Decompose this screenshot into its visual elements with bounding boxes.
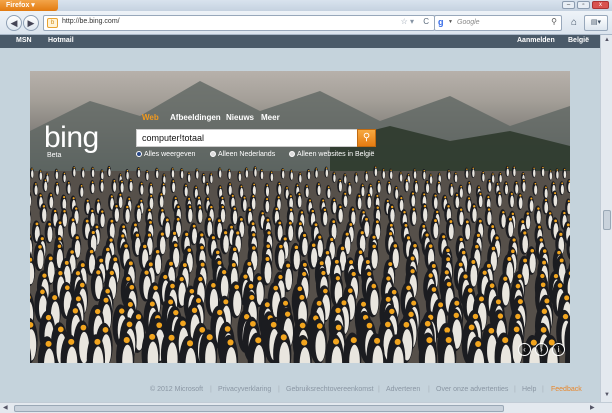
navigation-toolbar: ◀ ▶ b http://be.bing.com/ ☆ ▾ C g ▼ Goog… xyxy=(0,11,612,35)
search-button[interactable]: ⚲ xyxy=(357,129,376,147)
scroll-up-icon[interactable]: ▲ xyxy=(604,37,610,43)
radio-icon xyxy=(289,151,295,158)
bing-logo[interactable]: bing xyxy=(44,121,99,155)
bookmark-star-icon[interactable]: ☆ ▾ xyxy=(401,17,414,26)
tab-more[interactable]: Meer xyxy=(261,113,280,122)
url-text: http://be.bing.com/ xyxy=(62,18,120,25)
horizontal-scrollbar[interactable]: ◀ ▶ xyxy=(0,402,612,413)
option-all[interactable]: Alles weergeven xyxy=(136,151,195,158)
option-belgium-label: Alleen websites in België xyxy=(297,151,375,158)
beta-label: Beta xyxy=(47,152,62,159)
back-icon[interactable]: ◀ xyxy=(6,15,22,31)
footer-separator: | xyxy=(378,386,380,393)
radio-icon xyxy=(210,151,216,158)
search-engine-box[interactable]: g ▼ Google ⚲ xyxy=(434,15,562,31)
hero-background-image: bing Beta Web Afbeeldingen Nieuws Meer c… xyxy=(30,71,570,363)
footer-separator: | xyxy=(542,386,544,393)
feedback-link[interactable]: Feedback xyxy=(551,386,582,393)
url-bar[interactable]: b http://be.bing.com/ ☆ ▾ C xyxy=(43,15,435,31)
option-dutch[interactable]: Alleen Nederlands xyxy=(210,151,275,158)
home-icon[interactable]: ⌂ xyxy=(566,15,582,31)
penguins-illustration xyxy=(30,81,570,363)
vertical-scrollbar[interactable]: ▲ ▼ xyxy=(600,35,612,402)
firefox-menu-button[interactable]: Firefox ▾ xyxy=(0,0,58,11)
window-titlebar: Firefox ▾ – ▫ x xyxy=(0,0,612,11)
about-ads-link[interactable]: Over onze advertenties xyxy=(436,386,508,393)
option-all-label: Alles weergeven xyxy=(144,151,196,158)
page-viewport: MSN Hotmail Aanmelden België bing Beta W… xyxy=(0,35,600,402)
next-image-icon[interactable]: › xyxy=(535,343,548,356)
privacy-link[interactable]: Privacyverklaring xyxy=(218,386,271,393)
hotmail-link[interactable]: Hotmail xyxy=(48,37,74,44)
footer-separator: | xyxy=(514,386,516,393)
msn-link[interactable]: MSN xyxy=(16,37,32,44)
search-input[interactable]: computer!totaal xyxy=(136,129,376,147)
bing-topbar: MSN Hotmail Aanmelden België xyxy=(0,35,600,48)
firefox-label: Firefox xyxy=(6,2,30,9)
google-icon[interactable]: g xyxy=(438,17,444,27)
reload-icon[interactable]: C xyxy=(423,17,429,26)
chevron-down-icon[interactable]: ▼ xyxy=(448,19,453,25)
search-icon[interactable]: ⚲ xyxy=(551,17,557,26)
option-dutch-label: Alleen Nederlands xyxy=(218,151,276,158)
forward-icon[interactable]: ▶ xyxy=(23,15,39,31)
advertise-link[interactable]: Adverteren xyxy=(386,386,420,393)
footer-separator: | xyxy=(210,386,212,393)
scroll-left-icon[interactable]: ◀ xyxy=(3,404,8,411)
sign-in-link[interactable]: Aanmelden xyxy=(517,37,555,44)
scroll-right-icon[interactable]: ▶ xyxy=(590,404,595,411)
option-belgium[interactable]: Alleen websites in België xyxy=(289,151,374,158)
help-link[interactable]: Help xyxy=(522,386,536,393)
radio-selected-icon xyxy=(136,151,142,158)
minimize-icon[interactable]: – xyxy=(562,1,575,9)
info-icon[interactable]: i xyxy=(552,343,565,356)
search-icon: ⚲ xyxy=(362,132,371,143)
bing-favicon-icon: b xyxy=(47,18,58,28)
horizontal-scroll-thumb[interactable] xyxy=(14,405,504,412)
tab-news[interactable]: Nieuws xyxy=(226,113,254,122)
search-query: computer!totaal xyxy=(142,133,205,143)
previous-image-icon[interactable]: ‹ xyxy=(518,343,531,356)
tab-web[interactable]: Web xyxy=(142,113,159,122)
footer-separator: | xyxy=(278,386,280,393)
scroll-down-icon[interactable]: ▼ xyxy=(604,392,610,398)
vertical-scroll-thumb[interactable] xyxy=(603,210,611,230)
region-link[interactable]: België xyxy=(568,37,589,44)
bookmarks-menu-button[interactable]: ▤▾ xyxy=(584,15,608,31)
tab-images[interactable]: Afbeeldingen xyxy=(170,113,221,122)
footer-separator: | xyxy=(428,386,430,393)
copyright: © 2012 Microsoft xyxy=(150,386,204,393)
maximize-icon[interactable]: ▫ xyxy=(577,1,590,9)
search-placeholder: Google xyxy=(457,19,480,26)
close-icon[interactable]: x xyxy=(592,1,609,9)
terms-link[interactable]: Gebruiksrechtovereenkomst xyxy=(286,386,374,393)
